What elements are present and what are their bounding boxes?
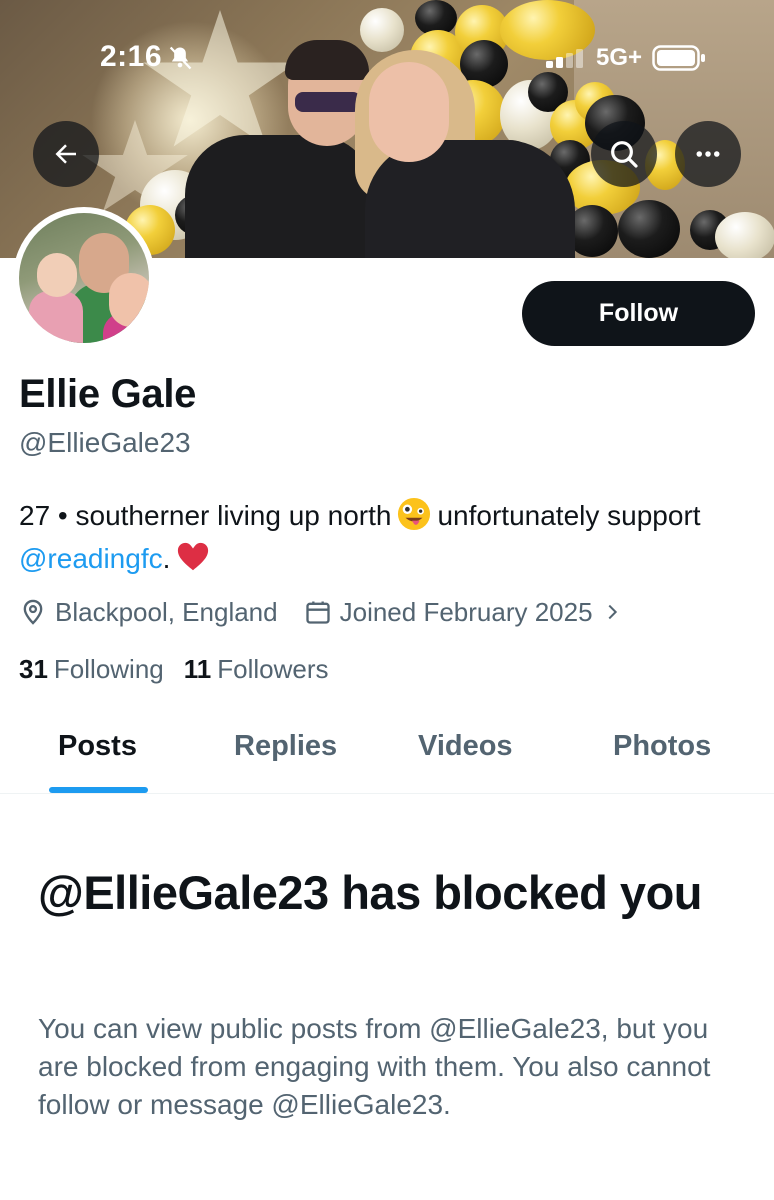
- followers-label: Followers: [217, 654, 329, 684]
- profile-avatar[interactable]: [13, 207, 155, 349]
- tab-posts[interactable]: Posts: [58, 730, 137, 763]
- display-name: Ellie Gale: [19, 372, 197, 416]
- joined-text: Joined February 2025: [339, 596, 593, 627]
- follow-button[interactable]: Follow: [522, 281, 755, 346]
- location-pin-icon: [23, 599, 43, 625]
- banner-person: [185, 40, 375, 258]
- bio-text: 27 • southerner living up north: [19, 500, 392, 531]
- profile-meta: Blackpool, England Joined February 2025: [19, 594, 649, 630]
- battery-icon: [652, 45, 705, 71]
- tab-videos[interactable]: Videos: [418, 730, 513, 763]
- location-item: Blackpool, England: [19, 597, 278, 628]
- avatar-photo: [19, 213, 149, 343]
- calendar-icon: [305, 601, 330, 624]
- status-time: 2:16: [100, 40, 163, 73]
- tab-photos[interactable]: Photos: [613, 730, 711, 763]
- followers-link[interactable]: 11 Followers: [184, 654, 329, 685]
- user-handle: @EllieGale23: [19, 427, 191, 458]
- bio-mention-link[interactable]: @readingfc: [19, 543, 163, 574]
- arrow-left-icon: [55, 144, 76, 164]
- profile-tabs: Posts Replies Videos Photos: [0, 712, 774, 794]
- blocked-description: You can view public posts from @EllieGal…: [38, 1013, 711, 1120]
- bio-text: .: [162, 543, 171, 574]
- blocked-title: @EllieGale23 has blocked you: [38, 866, 703, 919]
- active-tab-indicator: [49, 787, 148, 793]
- banner-balloon: [715, 212, 774, 258]
- banner-balloon: [618, 200, 680, 258]
- more-horizontal-icon: [696, 151, 720, 157]
- more-button[interactable]: [675, 121, 741, 187]
- back-button[interactable]: [33, 121, 99, 187]
- joined-item[interactable]: Joined February 2025: [304, 597, 623, 628]
- bell-slash-icon: [169, 46, 192, 70]
- tab-replies[interactable]: Replies: [234, 730, 337, 763]
- signal-icon: [546, 49, 583, 68]
- follow-counts: 31 Following 11 Followers: [19, 654, 349, 685]
- bio-text: unfortunately support: [437, 500, 701, 531]
- network-label: 5G+: [596, 44, 643, 71]
- location-text: Blackpool, England: [55, 596, 278, 627]
- red-heart-emoji: [178, 542, 209, 571]
- zany-face-emoji: [398, 497, 431, 531]
- following-link[interactable]: 31 Following: [19, 654, 164, 685]
- following-label: Following: [53, 654, 164, 684]
- profile-bio: 27 • southerner living up north unfortun…: [19, 494, 749, 580]
- following-count: 31: [19, 654, 48, 684]
- search-button[interactable]: [591, 121, 657, 187]
- chevron-right-icon: [608, 604, 617, 620]
- search-icon: [611, 141, 638, 168]
- followers-count: 11: [183, 654, 212, 684]
- banner-person: [355, 40, 585, 258]
